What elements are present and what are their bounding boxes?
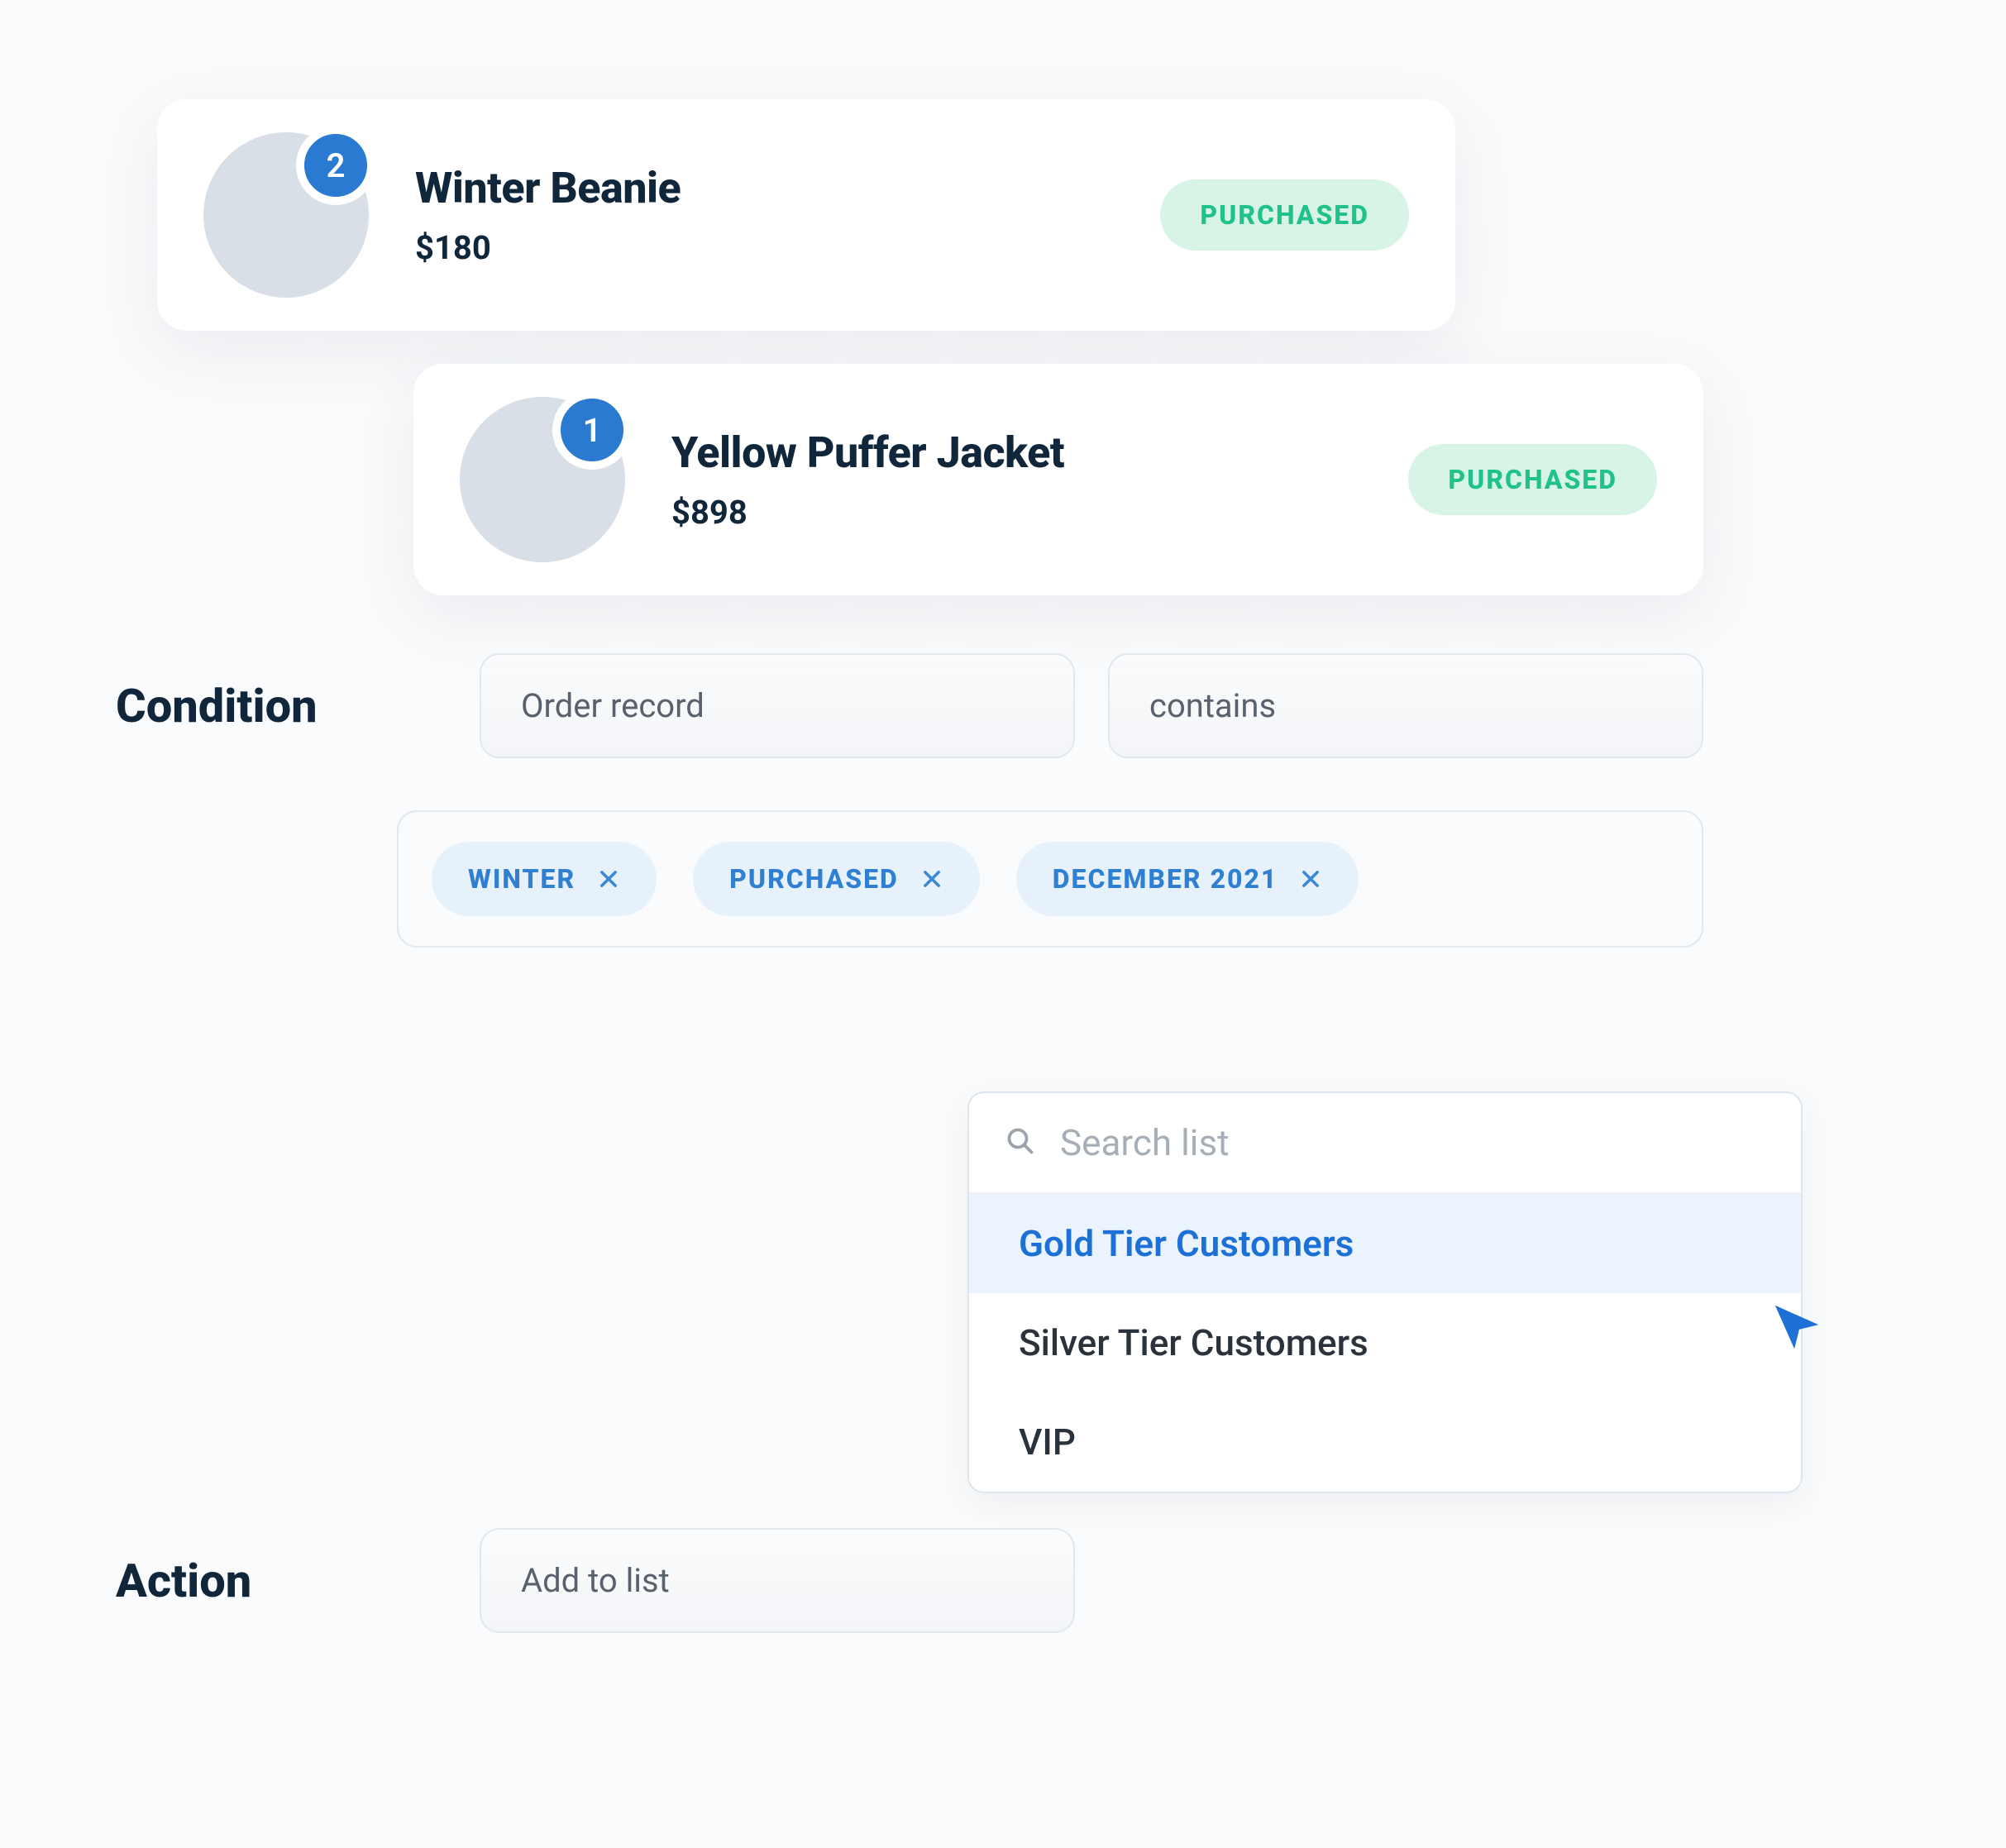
- filter-tag-label: WINTER: [468, 863, 576, 895]
- close-icon[interactable]: [920, 867, 943, 891]
- product-price: $180: [415, 228, 1160, 267]
- filter-tag-label: DECEMBER 2021: [1053, 863, 1278, 895]
- list-option[interactable]: VIP: [969, 1392, 1801, 1492]
- product-name: Winter Beanie: [415, 163, 1160, 213]
- quantity-badge: 2: [296, 126, 375, 205]
- action-row: Action Add to list: [116, 1528, 1075, 1633]
- filter-tag[interactable]: DECEMBER 2021: [1016, 842, 1359, 916]
- search-icon: [1005, 1126, 1035, 1159]
- status-badge: PURCHASED: [1160, 179, 1409, 251]
- search-row: [969, 1093, 1801, 1194]
- product-avatar-wrap: 2: [203, 132, 369, 298]
- filter-tag[interactable]: WINTER: [432, 842, 657, 916]
- cursor-icon: [1768, 1298, 1826, 1356]
- list-option[interactable]: Gold Tier Customers: [969, 1194, 1801, 1293]
- status-badge: PURCHASED: [1408, 444, 1657, 515]
- close-icon[interactable]: [1299, 867, 1322, 891]
- condition-field-select[interactable]: Order record: [480, 653, 1075, 758]
- product-card: 1 Yellow Puffer Jacket $898 PURCHASED: [413, 364, 1703, 595]
- condition-tags-box[interactable]: WINTER PURCHASED DECEMBER 2021: [397, 810, 1703, 948]
- action-label: Action: [116, 1554, 397, 1608]
- action-select[interactable]: Add to list: [480, 1528, 1075, 1633]
- filter-tag[interactable]: PURCHASED: [693, 842, 980, 916]
- search-input[interactable]: [1060, 1121, 1765, 1164]
- list-picker-dropdown[interactable]: Gold Tier Customers Silver Tier Customer…: [967, 1091, 1803, 1493]
- list-option[interactable]: Silver Tier Customers: [969, 1293, 1801, 1392]
- product-name: Yellow Puffer Jacket: [671, 427, 1408, 478]
- condition-operator-select[interactable]: contains: [1108, 653, 1703, 758]
- close-icon[interactable]: [597, 867, 620, 891]
- product-info: Winter Beanie $180: [415, 163, 1160, 267]
- product-info: Yellow Puffer Jacket $898: [671, 427, 1408, 532]
- quantity-badge: 1: [552, 390, 632, 470]
- product-avatar-wrap: 1: [460, 397, 625, 562]
- condition-row: Condition Order record contains: [116, 653, 1703, 758]
- filter-tag-label: PURCHASED: [729, 863, 899, 895]
- product-card: 2 Winter Beanie $180 PURCHASED: [157, 99, 1455, 331]
- condition-label: Condition: [116, 679, 397, 733]
- product-price: $898: [671, 493, 1408, 532]
